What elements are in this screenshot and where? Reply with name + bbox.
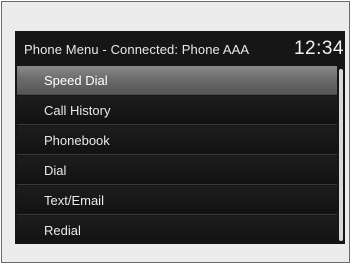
menu-item-label: Text/Email [44,193,104,208]
menu-item-redial[interactable]: Redial [17,216,337,244]
menu-item-label: Speed Dial [44,73,108,88]
screen-title: Phone Menu - Connected: Phone AAA [24,42,250,57]
menu-item-label: Redial [44,223,81,238]
menu-item-label: Call History [44,103,111,118]
menu-item-text-email[interactable]: Text/Email [17,186,337,215]
menu-item-call-history[interactable]: Call History [17,96,337,125]
clock: 12:34 [293,38,344,59]
menu-item-speed-dial[interactable]: Speed Dial [17,66,337,95]
menu-item-label: Phonebook [44,133,110,148]
menu-item-phonebook[interactable]: Phonebook [17,126,337,155]
scrollbar[interactable] [339,69,343,241]
phone-menu-screen: Phone Menu - Connected: Phone AAA 12:34 … [15,31,345,244]
figure-frame: Phone Menu - Connected: Phone AAA 12:34 … [1,1,350,263]
menu-item-label: Dial [44,163,67,178]
phone-menu-list: Speed Dial Call History Phonebook Dial T… [15,66,345,244]
menu-item-dial[interactable]: Dial [17,156,337,185]
screen-header: Phone Menu - Connected: Phone AAA 12:34 [15,31,345,65]
scrollbar-thumb[interactable] [339,69,343,241]
